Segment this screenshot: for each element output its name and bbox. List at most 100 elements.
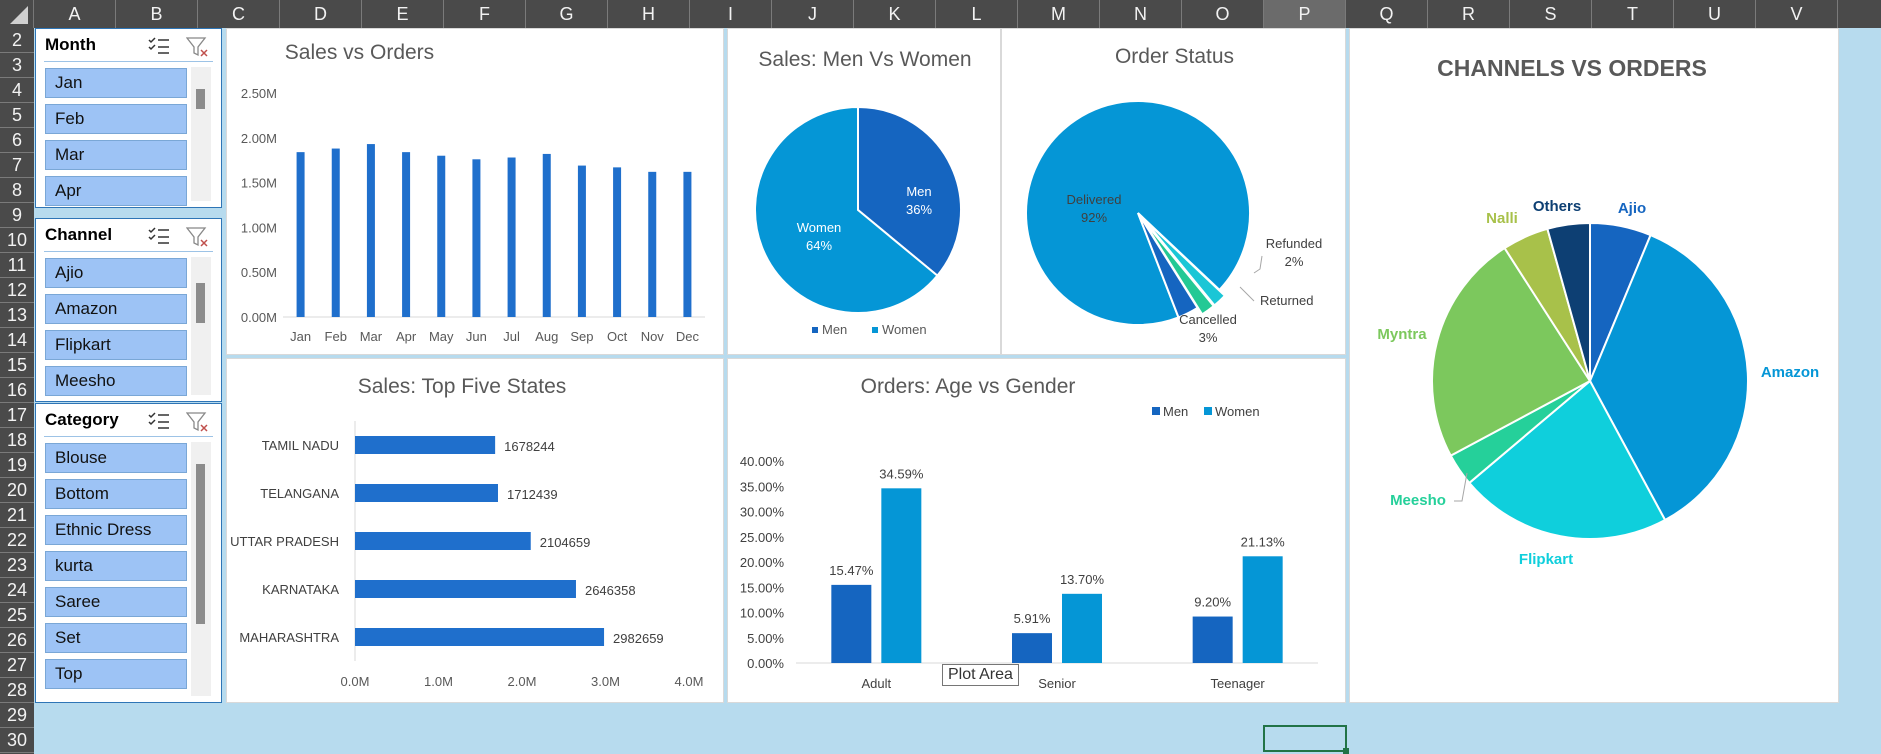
bar-men-senior[interactable]: [1012, 633, 1052, 663]
slicer-item-amazon[interactable]: Amazon: [45, 294, 187, 324]
row-header-5[interactable]: 5: [0, 103, 34, 128]
row-header-28[interactable]: 28: [0, 678, 34, 703]
slicer-item-blouse[interactable]: Blouse: [45, 443, 187, 473]
select-all-corner[interactable]: [0, 0, 34, 28]
column-header-M[interactable]: M: [1018, 0, 1100, 28]
slicer-scrollbar[interactable]: [191, 257, 211, 395]
slicer-item-saree[interactable]: Saree: [45, 587, 187, 617]
multi-select-icon[interactable]: [148, 411, 170, 431]
bar-aug[interactable]: [542, 153, 551, 317]
row-header-13[interactable]: 13: [0, 303, 34, 328]
slicer-item-ethnic-dress[interactable]: Ethnic Dress: [45, 515, 187, 545]
bar-men-adult[interactable]: [831, 584, 872, 663]
bar-mar[interactable]: [366, 144, 375, 317]
row-header-3[interactable]: 3: [0, 53, 34, 78]
row-header-6[interactable]: 6: [0, 128, 34, 153]
column-header-O[interactable]: O: [1182, 0, 1264, 28]
column-header-A[interactable]: A: [34, 0, 116, 28]
bar-maharashtra[interactable]: [355, 628, 605, 646]
bar-uttar-pradesh[interactable]: [355, 532, 531, 550]
column-header-P[interactable]: P: [1264, 0, 1346, 28]
row-header-30[interactable]: 30: [0, 728, 34, 753]
bar-jun[interactable]: [472, 159, 481, 317]
row-header-2[interactable]: 2: [0, 28, 34, 53]
column-header-B[interactable]: B: [116, 0, 198, 28]
slicer-item-feb[interactable]: Feb: [45, 104, 187, 134]
bar-karnataka[interactable]: [355, 580, 576, 598]
slicer-item-flipkart[interactable]: Flipkart: [45, 330, 187, 360]
bar-dec[interactable]: [683, 171, 692, 317]
row-header-20[interactable]: 20: [0, 478, 34, 503]
bar-women-adult[interactable]: [881, 488, 922, 663]
clear-filter-icon[interactable]: [185, 411, 210, 433]
slicer-item-mar[interactable]: Mar: [45, 140, 187, 170]
column-header-U[interactable]: U: [1674, 0, 1756, 28]
row-header-12[interactable]: 12: [0, 278, 34, 303]
bar-oct[interactable]: [613, 167, 622, 317]
active-cell[interactable]: [1263, 725, 1347, 752]
row-header-8[interactable]: 8: [0, 178, 34, 203]
slicer-item-ajio[interactable]: Ajio: [45, 258, 187, 288]
bar-women-senior[interactable]: [1062, 593, 1102, 663]
slicer-item-top[interactable]: Top: [45, 659, 187, 689]
multi-select-icon[interactable]: [148, 226, 170, 246]
bar-jan[interactable]: [296, 152, 305, 317]
bar-may[interactable]: [437, 155, 446, 317]
row-header-4[interactable]: 4: [0, 78, 34, 103]
scroll-thumb[interactable]: [196, 89, 205, 109]
row-header-9[interactable]: 9: [0, 203, 34, 228]
clear-filter-icon[interactable]: [185, 36, 210, 58]
bar-women-teenager[interactable]: [1242, 556, 1283, 663]
column-header-K[interactable]: K: [854, 0, 936, 28]
bar-feb[interactable]: [331, 148, 340, 317]
slicer-item-apr[interactable]: Apr: [45, 176, 187, 206]
scroll-thumb[interactable]: [196, 464, 205, 624]
row-header-17[interactable]: 17: [0, 403, 34, 428]
bar-nov[interactable]: [648, 171, 657, 317]
slicer-item-set[interactable]: Set: [45, 623, 187, 653]
bar-telangana[interactable]: [355, 484, 498, 502]
column-header-G[interactable]: G: [526, 0, 608, 28]
row-header-21[interactable]: 21: [0, 503, 34, 528]
age-vs-gender-chart[interactable]: Orders: Age vs Gender 0.00% 5.00% 10.00% 15…: [727, 358, 1346, 703]
scroll-thumb[interactable]: [196, 283, 205, 323]
clear-filter-icon[interactable]: [185, 226, 210, 248]
slicer-item-meesho[interactable]: Meesho: [45, 366, 187, 396]
column-header-H[interactable]: H: [608, 0, 690, 28]
slicer-item-bottom[interactable]: Bottom: [45, 479, 187, 509]
column-header-S[interactable]: S: [1510, 0, 1592, 28]
row-header-16[interactable]: 16: [0, 378, 34, 403]
column-header-E[interactable]: E: [362, 0, 444, 28]
top-five-states-chart[interactable]: Sales: Top Five States 0.0M 1.0M 2.0M 3.0M 4…: [226, 358, 724, 703]
bar-tamil-nadu[interactable]: [355, 436, 496, 454]
column-header-I[interactable]: I: [690, 0, 772, 28]
order-status-chart[interactable]: Order Status Delivered 92% Refunded 2% Retur…: [1001, 28, 1346, 355]
row-header-7[interactable]: 7: [0, 153, 34, 178]
row-header-27[interactable]: 27: [0, 653, 34, 678]
column-header-J[interactable]: J: [772, 0, 854, 28]
column-header-N[interactable]: N: [1100, 0, 1182, 28]
row-header-25[interactable]: 25: [0, 603, 34, 628]
column-header-Q[interactable]: Q: [1346, 0, 1428, 28]
column-header-D[interactable]: D: [280, 0, 362, 28]
column-header-V[interactable]: V: [1756, 0, 1838, 28]
bar-sep[interactable]: [577, 165, 586, 317]
sales-vs-orders-chart[interactable]: Sales vs Orders 0.00M 0.50M 1.00M 1.50M 2.00…: [226, 28, 724, 355]
column-header-T[interactable]: T: [1592, 0, 1674, 28]
row-header-11[interactable]: 11: [0, 253, 34, 278]
row-header-26[interactable]: 26: [0, 628, 34, 653]
row-header-29[interactable]: 29: [0, 703, 34, 728]
row-header-14[interactable]: 14: [0, 328, 34, 353]
multi-select-icon[interactable]: [148, 36, 170, 56]
row-header-18[interactable]: 18: [0, 428, 34, 453]
slicer-scrollbar[interactable]: [191, 442, 211, 696]
fill-handle[interactable]: [1343, 748, 1349, 754]
bar-jul[interactable]: [507, 157, 516, 317]
sales-men-women-chart[interactable]: Sales: Men Vs Women Men 36% Women 64% Men Wom…: [727, 28, 1001, 355]
column-header-C[interactable]: C: [198, 0, 280, 28]
bar-men-teenager[interactable]: [1192, 616, 1233, 663]
row-header-15[interactable]: 15: [0, 353, 34, 378]
bar-apr[interactable]: [402, 152, 411, 317]
column-header-L[interactable]: L: [936, 0, 1018, 28]
slicer-item-kurta[interactable]: kurta: [45, 551, 187, 581]
